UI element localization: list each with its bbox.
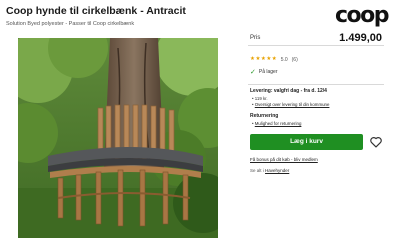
rating-count[interactable]: (6) <box>292 57 298 63</box>
star-icon: ★ <box>255 56 261 63</box>
bonus-membership-link[interactable]: Få bonus på dit køb - bliv medlem <box>250 157 384 162</box>
returns-link[interactable]: Mulighed for returnering <box>255 121 302 126</box>
delivery-title: Levering: valgfri dag - fra d. 12/4 <box>250 88 327 94</box>
returns-item: • Mulighed for returnering <box>252 120 302 126</box>
stock-status: ✓ På lager <box>250 67 384 77</box>
price-row: Pris 1.499,00 <box>248 32 384 46</box>
rating-stars: ★ ★ ★ ★ ★ <box>250 57 277 63</box>
returns-title: Returnering <box>250 113 279 119</box>
star-icon: ★ <box>271 56 277 63</box>
cart-row: Læg i kurv <box>248 133 384 152</box>
delivery-overview: • Oversigt over levering til din kommune <box>252 102 330 107</box>
star-icon: ★ <box>250 56 255 63</box>
delivery-overview-link[interactable]: Oversigt over levering til din kommune <box>255 102 330 107</box>
stock-label: På lager <box>258 69 278 75</box>
product-title: Coop hynde til cirkelbænk - Antracit <box>6 5 186 17</box>
see-all-prefix: Se alt i <box>250 167 264 173</box>
divider <box>248 84 384 85</box>
purchase-panel: Pris 1.499,00 ★ ★ ★ ★ ★ 5.0 (6) ✓ På lag… <box>248 32 384 173</box>
rating-value: 5.0 <box>280 57 288 63</box>
product-header: Coop hynde til cirkelbænk - Antracit Sol… <box>6 3 394 34</box>
price-value: 1.499,00 <box>339 32 382 44</box>
heart-icon[interactable] <box>369 135 383 149</box>
rating[interactable]: ★ ★ ★ ★ ★ 5.0 (6) <box>248 54 384 66</box>
delivery-price: • 119 kr. <box>252 95 268 101</box>
category-link[interactable]: Havehynder <box>265 168 289 173</box>
add-to-cart-button[interactable]: Læg i kurv <box>250 133 363 150</box>
star-icon: ★ <box>260 56 266 63</box>
product-photo-illustration <box>18 38 218 238</box>
product-image[interactable] <box>18 38 218 238</box>
delivery-price-text: 119 kr. <box>254 95 268 101</box>
bonus-link-text[interactable]: Få bonus på dit køb - bliv medlem <box>250 157 318 162</box>
coop-logo[interactable]: coop <box>335 3 390 28</box>
product-subtitle: Solution Byed polyester - Passer til Coo… <box>6 21 135 27</box>
check-icon: ✓ <box>250 68 256 76</box>
star-icon: ★ <box>266 56 272 63</box>
see-all-category: Se alt i Havehynder <box>250 168 384 173</box>
price-label: Pris <box>250 35 261 41</box>
